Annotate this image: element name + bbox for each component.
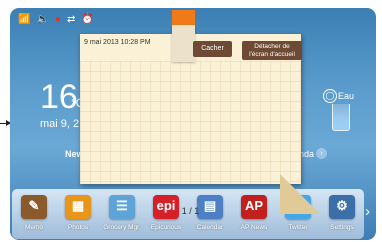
water-icon[interactable]: ◯ [323, 89, 337, 103]
memo-date: 9 mai 2013 10:28 PM [84, 39, 151, 46]
status-bar: 📶 🔈 ● ⇄ ⏰ [18, 13, 94, 27]
water-glass-icon[interactable] [332, 104, 350, 131]
water-label: Eau [338, 91, 355, 101]
app-memo[interactable]: ✎ Memo [14, 195, 54, 231]
pointer-arrow [0, 120, 11, 126]
alarm-icon: ⏰ [81, 14, 94, 25]
wifi-icon: 📶 [18, 14, 31, 25]
app-settings[interactable]: ⚙ Settings [322, 195, 362, 231]
weather-date: mai 9, 2 [40, 118, 80, 130]
network-icon: ⇄ [66, 14, 76, 25]
next-page-button[interactable]: › [365, 199, 370, 225]
memo-color-tab[interactable] [172, 10, 195, 62]
detach-button-label: Détacher de l'écran d'accueil [249, 43, 295, 58]
hide-button[interactable]: Cacher [193, 41, 232, 57]
recording-icon: ● [54, 14, 61, 25]
settings-icon: ⚙ [329, 195, 355, 219]
volume-icon: 🔈 [36, 14, 49, 25]
page-curl[interactable] [280, 174, 320, 214]
memo-page-indicator: 1 / 1 [181, 206, 200, 216]
agenda-arrow-button[interactable]: › [316, 148, 327, 159]
memo-icon: ✎ [21, 195, 47, 219]
detach-button[interactable]: Détacher de l'écran d'accueil [242, 41, 302, 60]
memo-paper[interactable] [80, 61, 301, 184]
